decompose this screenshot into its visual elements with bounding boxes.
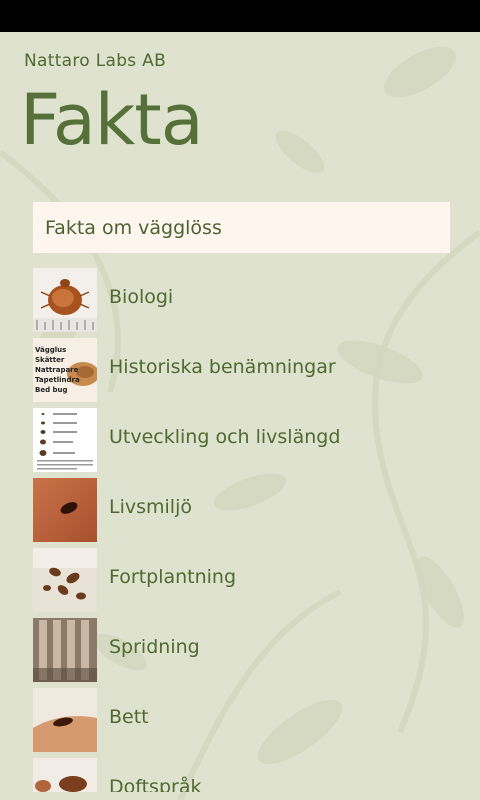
- page-title: Fakta: [20, 79, 204, 161]
- list-item-historiska-benamningar[interactable]: Vägglus Skätter Nattrapare Tapetlindra B…: [33, 338, 453, 402]
- list-item-bett[interactable]: Bett: [33, 688, 453, 752]
- list-item-doftsprak[interactable]: Doftspråk: [33, 758, 453, 792]
- page: Nattaro Labs AB Fakta Fakta om vägglöss: [0, 32, 480, 800]
- list-item-fortplantning[interactable]: Fortplantning: [33, 548, 453, 612]
- list-item-label: Doftspråk: [109, 776, 202, 792]
- thumb-text: Skätter: [35, 356, 65, 364]
- thumb-text: Vägglus: [35, 346, 66, 354]
- list-item-biologi[interactable]: Biologi: [33, 268, 453, 332]
- status-bar: [0, 0, 480, 32]
- app-publisher: Nattaro Labs AB: [24, 51, 167, 71]
- mattress-photo-icon: [33, 618, 97, 682]
- list-item-spridning[interactable]: Spridning: [33, 618, 453, 682]
- list-item-label: Bett: [109, 706, 149, 728]
- bedbug-names-thumbnail-icon: Vägglus Skätter Nattrapare Tapetlindra B…: [33, 338, 97, 402]
- list-item-label: Fortplantning: [109, 566, 237, 588]
- list-item-label: Biologi: [109, 286, 174, 308]
- lifecycle-stages-thumbnail-icon: [33, 408, 97, 472]
- bedbug-photo-icon: [33, 758, 97, 792]
- topic-list: Biologi Vägglus Skätter Nattrapare Tapet…: [33, 268, 453, 792]
- section-header-label: Fakta om vägglöss: [45, 216, 222, 239]
- section-header[interactable]: Fakta om vägglöss: [33, 202, 450, 253]
- list-item-label: Utveckling och livslängd: [109, 426, 341, 448]
- thumb-text: Tapetlindra: [35, 376, 80, 384]
- list-item-utveckling-och-livslangd[interactable]: Utveckling och livslängd: [33, 408, 453, 472]
- thumb-text: Bed bug: [35, 386, 68, 394]
- list-item-label: Spridning: [109, 636, 200, 658]
- bedbug-on-arm-photo-icon: [33, 688, 97, 752]
- list-item-label: Historiska benämningar: [109, 356, 336, 378]
- bedbug-cluster-photo-icon: [33, 548, 97, 612]
- bedbug-on-skin-photo-icon: [33, 478, 97, 542]
- list-item-label: Livsmiljö: [109, 496, 192, 518]
- list-item-livsmiljo[interactable]: Livsmiljö: [33, 478, 453, 542]
- thumb-text: Nattrapare: [35, 366, 79, 374]
- bedbug-on-ruler-photo-icon: [33, 268, 97, 332]
